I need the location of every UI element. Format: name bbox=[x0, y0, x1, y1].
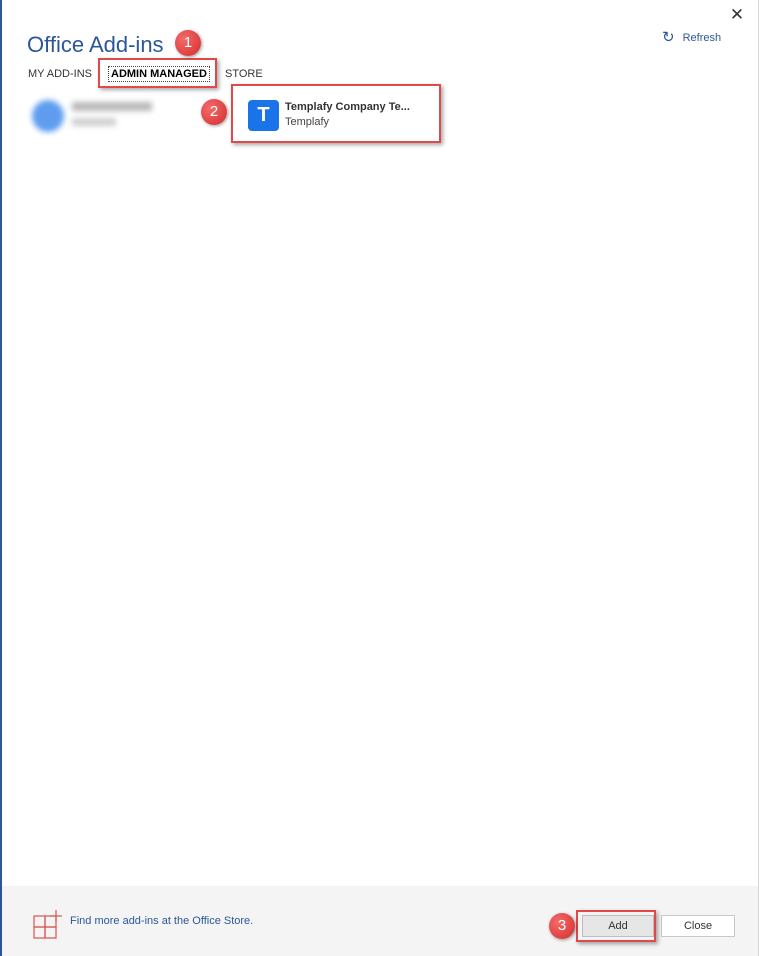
window-left-border bbox=[0, 0, 2, 956]
addin-item-templafy[interactable]: T Templafy Company Te... Templafy bbox=[243, 97, 433, 135]
addin-name: Templafy Company Te... bbox=[285, 101, 410, 113]
tab-store[interactable]: STORE bbox=[225, 67, 263, 81]
refresh-button[interactable]: ↻ Refresh bbox=[662, 29, 721, 47]
blurred-text bbox=[72, 102, 152, 111]
addin-icon-blurred bbox=[32, 100, 64, 132]
office-store-icon bbox=[33, 910, 62, 939]
templafy-logo-icon: T bbox=[248, 100, 279, 131]
refresh-icon: ↻ bbox=[662, 29, 675, 46]
dialog-title: Office Add-ins bbox=[27, 32, 164, 57]
callout-badge-2: 2 bbox=[201, 99, 227, 125]
callout-box-3 bbox=[576, 910, 656, 942]
addin-publisher: Templafy bbox=[285, 116, 330, 128]
callout-box-1 bbox=[98, 58, 217, 88]
office-store-link[interactable]: Find more add-ins at the Office Store. bbox=[70, 915, 253, 927]
refresh-label: Refresh bbox=[682, 32, 722, 44]
close-button[interactable]: Close bbox=[661, 915, 735, 937]
tab-my-add-ins[interactable]: MY ADD-INS bbox=[28, 67, 92, 81]
blurred-addin-item[interactable] bbox=[32, 98, 162, 134]
callout-badge-1: 1 bbox=[175, 30, 201, 56]
blurred-text bbox=[72, 118, 116, 126]
callout-badge-3: 3 bbox=[549, 913, 575, 939]
close-icon[interactable]: ✕ bbox=[727, 5, 747, 25]
